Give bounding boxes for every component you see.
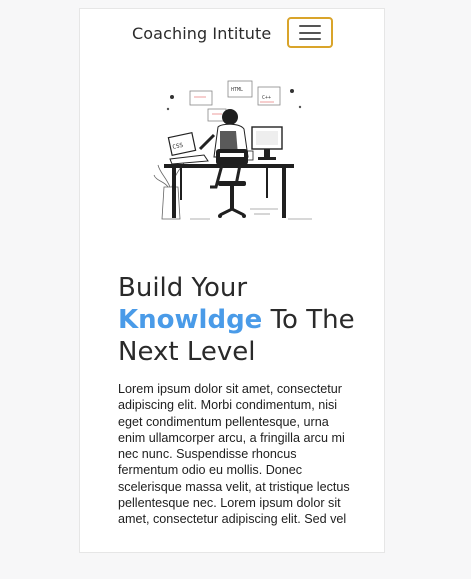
navbar: Coaching Intitute	[80, 9, 384, 61]
hero-title: Build Your Knowldge To The Next Level	[118, 272, 358, 368]
hero-title-part1: Build Your	[118, 273, 248, 303]
developer-at-desk-illustration: HTML C++ CSS	[150, 69, 320, 224]
hero-title-accent: Knowldge	[118, 305, 263, 335]
page-card: Coaching Intitute HTML C++ CSS Build You…	[79, 8, 385, 553]
cpp-label: C++	[262, 95, 271, 101]
hero-paragraph: Lorem ipsum dolor sit amet, consectetur …	[118, 382, 350, 527]
navbar-toggle-button[interactable]	[287, 17, 333, 48]
brand-link[interactable]: Coaching Intitute	[132, 24, 271, 43]
html-label: HTML	[231, 87, 243, 93]
